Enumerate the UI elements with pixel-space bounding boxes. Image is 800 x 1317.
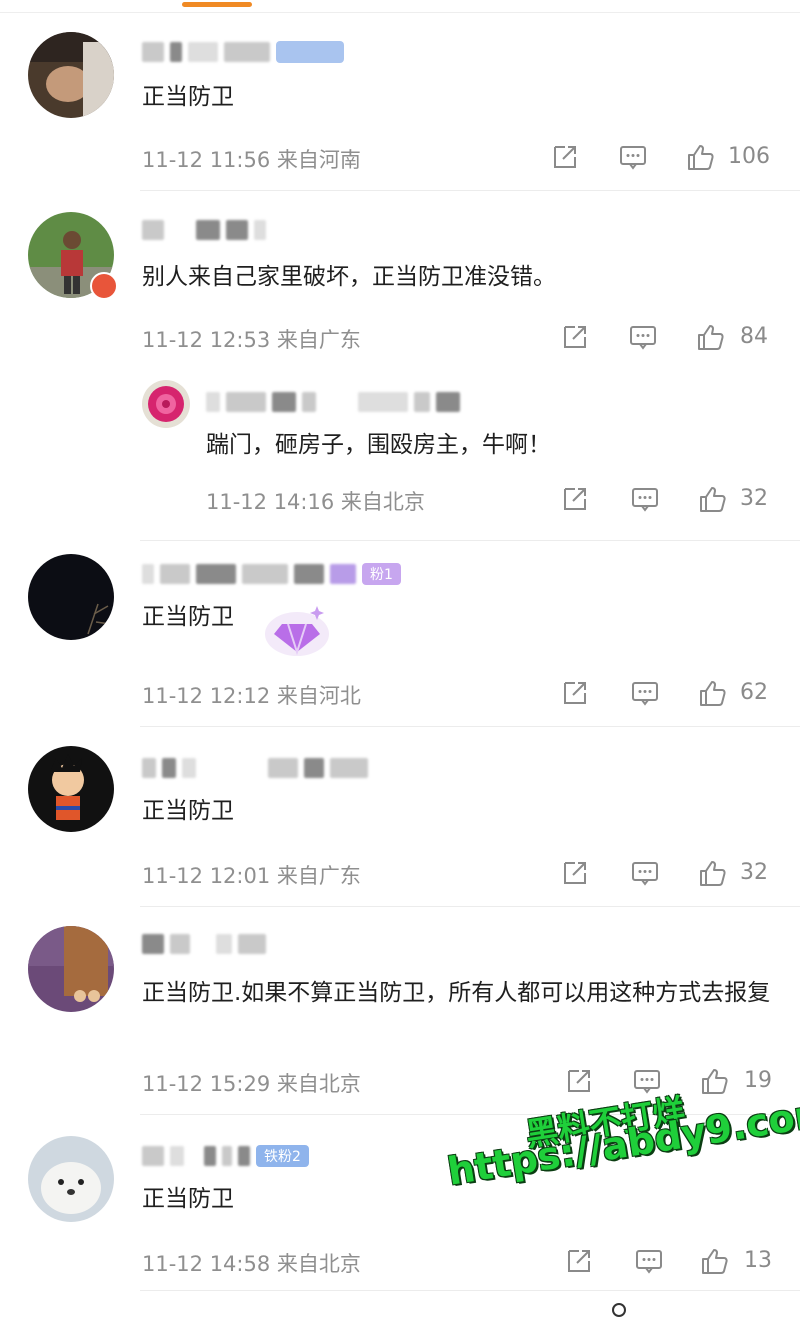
like-count: 32	[740, 486, 768, 511]
thumbs-up-icon[interactable]	[698, 678, 728, 708]
comment-location: 来自河北	[276, 684, 361, 708]
like-count: 106	[728, 144, 770, 169]
comment-text: 正当防卫	[142, 84, 234, 110]
share-icon[interactable]	[560, 858, 590, 888]
divider	[140, 906, 800, 907]
share-icon[interactable]	[560, 484, 590, 514]
reply-text: 踹门，砸房子，围殴房主，牛啊！	[206, 432, 551, 458]
comment-time: 11-12 15:29	[142, 1072, 271, 1096]
comment-time: 11-12 12:01	[142, 864, 271, 888]
like-count: 19	[744, 1068, 772, 1093]
username[interactable]	[142, 40, 344, 64]
reply-username[interactable]	[206, 390, 460, 414]
thumbs-up-icon[interactable]	[700, 1246, 730, 1276]
comment-location: 来自北京	[276, 1252, 361, 1276]
comment-location: 来自北京	[276, 1072, 361, 1096]
fan-badge: 粉1	[362, 563, 401, 585]
comment-meta: 11-12 11:56 来自河南	[142, 144, 361, 174]
username[interactable]	[142, 218, 266, 242]
avatar[interactable]	[28, 746, 114, 832]
thumbs-up-icon[interactable]	[696, 322, 726, 352]
avatar[interactable]	[28, 554, 114, 640]
comment-time: 11-12 12:12	[142, 684, 271, 708]
comment-time: 11-12 12:53	[142, 328, 271, 352]
comment-text: 正当防卫	[142, 1186, 234, 1212]
username[interactable]: 铁粉2	[142, 1144, 309, 1168]
like-count: 32	[740, 860, 768, 885]
comment-icon[interactable]	[630, 678, 660, 708]
comment-text: 正当防卫	[142, 798, 234, 824]
share-icon[interactable]	[550, 142, 580, 172]
username[interactable]	[142, 932, 266, 956]
avatar[interactable]	[28, 32, 114, 118]
comment-time: 11-12 11:56	[142, 148, 271, 172]
comment-icon[interactable]	[630, 858, 660, 888]
avatar[interactable]	[28, 926, 114, 1012]
reply-avatar[interactable]	[142, 380, 190, 428]
avatar[interactable]	[28, 1136, 114, 1222]
share-icon[interactable]	[564, 1066, 594, 1096]
comment-location: 来自北京	[340, 490, 425, 514]
comment-meta: 11-12 12:53 来自广东	[142, 324, 361, 354]
vip-badge-icon	[90, 272, 118, 300]
fan-badge	[276, 41, 344, 63]
share-icon[interactable]	[560, 678, 590, 708]
like-count: 62	[740, 680, 768, 705]
share-icon[interactable]	[560, 322, 590, 352]
like-count: 84	[740, 324, 768, 349]
divider	[140, 190, 800, 191]
comment-meta: 11-12 12:01 来自广东	[142, 860, 361, 890]
comment-meta: 11-12 15:29 来自北京	[142, 1068, 361, 1098]
scroll-indicator-icon	[612, 1303, 626, 1317]
comment-text: 别人来自己家里破坏，正当防卫准没错。	[142, 264, 556, 290]
thumbs-up-icon[interactable]	[700, 1066, 730, 1096]
fan-badge: 铁粉2	[256, 1145, 309, 1167]
comment-meta: 11-12 14:58 来自北京	[142, 1248, 361, 1278]
share-icon[interactable]	[564, 1246, 594, 1276]
divider	[140, 726, 800, 727]
thumbs-up-icon[interactable]	[698, 858, 728, 888]
username[interactable]	[142, 756, 368, 780]
comment-location: 来自广东	[276, 864, 361, 888]
comment-time: 11-12 14:58	[142, 1252, 271, 1276]
comment-location: 来自广东	[276, 328, 361, 352]
comment-icon[interactable]	[628, 322, 658, 352]
like-count: 13	[744, 1248, 772, 1273]
reply-meta: 11-12 14:16 来自北京	[206, 486, 425, 516]
username[interactable]: 粉1	[142, 562, 401, 586]
thumbs-up-icon[interactable]	[698, 484, 728, 514]
divider	[140, 540, 800, 541]
top-divider	[0, 12, 800, 13]
comment-text: 正当防卫	[142, 604, 234, 630]
divider	[140, 1290, 800, 1291]
comment-icon[interactable]	[618, 142, 648, 172]
comment-location: 来自河南	[276, 148, 361, 172]
comment-meta: 11-12 12:12 来自河北	[142, 680, 361, 710]
thumbs-up-icon[interactable]	[686, 142, 716, 172]
active-tab-indicator	[182, 2, 252, 7]
comment-icon[interactable]	[634, 1246, 664, 1276]
comment-time: 11-12 14:16	[206, 490, 335, 514]
comment-icon[interactable]	[630, 484, 660, 514]
fan-crown-icon	[262, 600, 332, 660]
comment-text: 正当防卫.如果不算正当防卫，所有人都可以用这种方式去报复	[142, 980, 771, 1006]
